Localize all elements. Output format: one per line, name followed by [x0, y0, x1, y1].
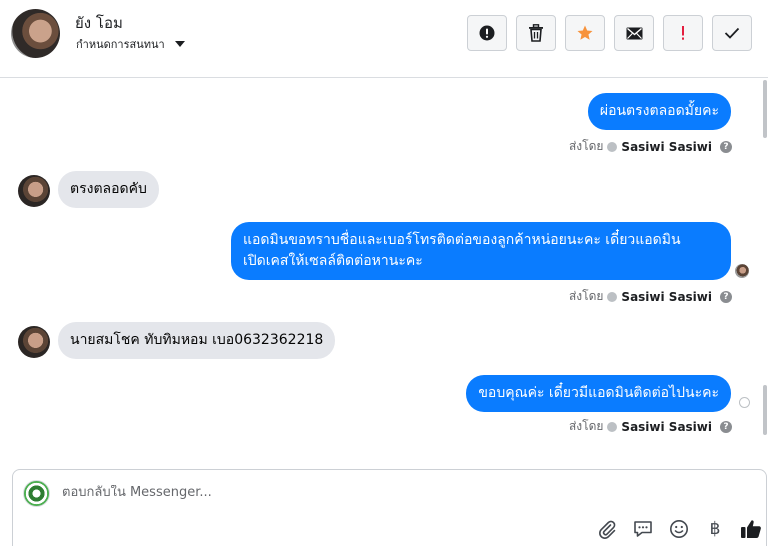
check-icon — [724, 27, 740, 39]
attach-button[interactable] — [589, 517, 625, 541]
page-check-icon — [607, 421, 618, 432]
star-icon — [577, 25, 593, 40]
envelope-icon — [626, 27, 642, 39]
payment-button[interactable]: ฿ — [697, 517, 733, 541]
mark-done-button[interactable] — [712, 15, 752, 51]
message-line: แอดมินขอทราบชื่อและเบอร์โทรติดต่อของลูกค… — [243, 232, 681, 248]
star-button[interactable] — [565, 15, 605, 51]
sender-name[interactable]: Sasiwi Sasiwi — [621, 420, 712, 434]
sent-status-icon — [739, 397, 750, 408]
sent-by-label: ส่งโดย — [568, 289, 604, 303]
thread-scrollbar[interactable] — [763, 80, 767, 138]
sent-by-label: ส่งโดย — [568, 419, 604, 433]
saved-reply-button[interactable] — [625, 517, 661, 541]
trash-icon — [529, 24, 543, 42]
contact-avatar-small[interactable] — [18, 175, 50, 207]
like-button[interactable] — [733, 517, 768, 541]
sent-by-label: ส่งโดย — [568, 139, 604, 153]
seen-avatar — [735, 264, 749, 278]
help-icon[interactable]: ? — [720, 290, 732, 303]
emoji-button[interactable] — [661, 517, 697, 541]
saved-reply-icon — [634, 521, 652, 537]
thumbs-up-icon — [741, 520, 761, 538]
sender-name[interactable]: Sasiwi Sasiwi — [621, 140, 712, 154]
follow-up-button[interactable] — [663, 15, 703, 51]
reply-input[interactable] — [62, 485, 662, 500]
incoming-message[interactable]: นายสมโชค ทับทิมหอม เบอ0632362218 — [58, 322, 336, 359]
contact-avatar[interactable] — [11, 9, 60, 58]
sent-by-line: ส่งโดย Sasiwi Sasiwi ? — [569, 417, 732, 436]
incoming-message[interactable]: ตรงตลอดคับ — [58, 171, 159, 208]
composer-tools: ฿ — [589, 517, 768, 541]
page-check-icon — [607, 291, 618, 302]
outgoing-message[interactable]: ขอบคุณค่ะ เดี๋ยวมีแอดมินติดต่อไปนะคะ — [466, 375, 731, 412]
help-icon[interactable]: ? — [720, 140, 732, 153]
exclamation-icon — [682, 26, 684, 40]
outgoing-message[interactable]: ผ่อนตรงตลอดมั้ยคะ — [587, 93, 731, 130]
message-line: เปิดเคสให้เซลล์ติดต่อหานะคะ — [243, 253, 423, 269]
alert-circle-icon — [479, 25, 495, 41]
page-check-icon — [607, 141, 618, 152]
paperclip-icon — [599, 520, 616, 539]
mark-unread-button[interactable] — [614, 15, 654, 51]
help-icon[interactable]: ? — [720, 420, 732, 433]
emoji-icon — [670, 520, 688, 538]
outgoing-message[interactable]: แอดมินขอทราบชื่อและเบอร์โทรติดต่อของลูกค… — [231, 222, 731, 280]
reply-composer: ฿ — [12, 469, 767, 546]
assign-conversation-dropdown[interactable]: กำหนดการสนทนา — [76, 35, 185, 53]
contact-avatar-small[interactable] — [18, 326, 50, 358]
caret-down-icon — [174, 41, 185, 47]
conversation-actions — [467, 15, 752, 51]
delete-button[interactable] — [516, 15, 556, 51]
mark-spam-button[interactable] — [467, 15, 507, 51]
contact-name[interactable]: ยัง โอม — [75, 11, 123, 35]
assign-conversation-label: กำหนดการสนทนา — [76, 38, 165, 51]
sent-by-line: ส่งโดย Sasiwi Sasiwi ? — [569, 137, 732, 156]
sender-name[interactable]: Sasiwi Sasiwi — [621, 290, 712, 304]
conversation-header: ยัง โอม กำหนดการสนทนา — [0, 0, 768, 78]
baht-icon: ฿ — [709, 519, 721, 539]
page-avatar — [23, 480, 50, 507]
thread-scrollbar-lower[interactable] — [763, 385, 767, 435]
sent-by-line: ส่งโดย Sasiwi Sasiwi ? — [569, 287, 732, 306]
